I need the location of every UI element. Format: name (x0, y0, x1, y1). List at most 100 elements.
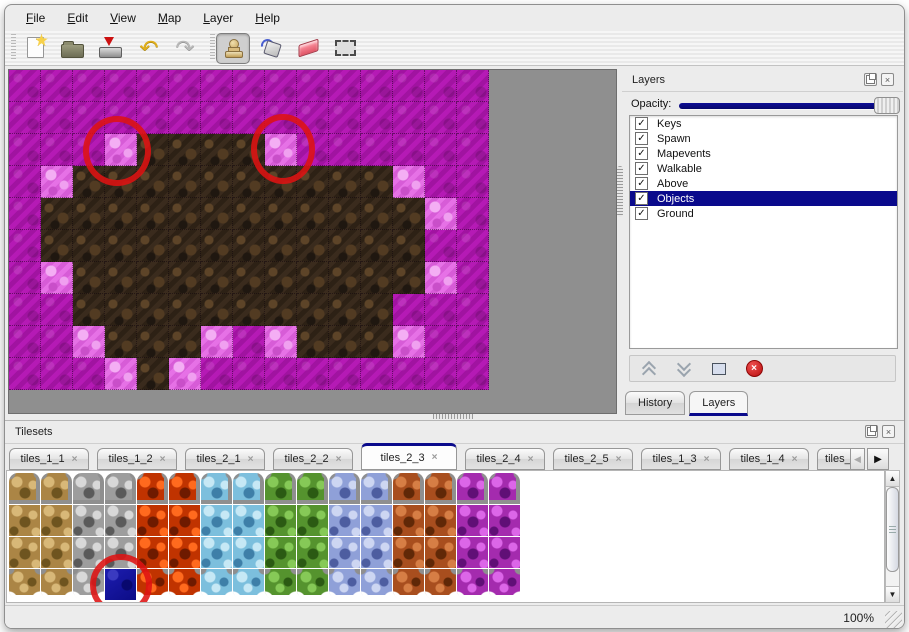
map-tile-brown-dirt[interactable] (201, 198, 233, 230)
tileset-tab-tiles_1_3[interactable]: tiles_1_3× (641, 448, 721, 470)
map-tile-magenta-ground[interactable] (329, 358, 361, 390)
layer-row-objects[interactable]: ✓Objects (630, 191, 897, 206)
tileset-tile-tan[interactable] (41, 505, 73, 537)
close-tab-icon[interactable]: × (528, 454, 534, 465)
map-tile-brown-dirt[interactable] (393, 230, 425, 262)
tileset-tile-green[interactable] (297, 505, 329, 537)
redo-button[interactable]: ↷ (169, 33, 201, 62)
tileset-tile-magenta[interactable] (489, 505, 521, 537)
marquee-button[interactable] (329, 33, 361, 62)
tileset-tile-rust[interactable] (425, 569, 457, 601)
map-tile-brown-dirt[interactable] (297, 294, 329, 326)
close-tab-icon[interactable]: × (616, 454, 622, 465)
tileset-tile-magenta[interactable] (457, 537, 489, 569)
tileset-tile-sky-blue[interactable] (233, 505, 265, 537)
map-tile-brown-dirt[interactable] (233, 230, 265, 262)
map-tile-brown-dirt[interactable] (169, 166, 201, 198)
save-button[interactable] (93, 33, 125, 62)
map-tile-pink-object[interactable] (201, 326, 233, 358)
map-tile-pink-object[interactable] (393, 166, 425, 198)
map-tile-brown-dirt[interactable] (137, 198, 169, 230)
window-resize-grip[interactable] (885, 611, 902, 628)
map-tile-brown-dirt[interactable] (329, 326, 361, 358)
map-tile-brown-dirt[interactable] (361, 294, 393, 326)
map-tile-magenta-ground[interactable] (9, 326, 41, 358)
splitter-grip[interactable] (433, 414, 473, 419)
map-tile-magenta-ground[interactable] (9, 70, 41, 102)
tileset-tile-tan[interactable] (41, 569, 73, 601)
map-tile-magenta-ground[interactable] (9, 358, 41, 390)
open-button[interactable] (56, 33, 88, 62)
tileset-tile-sky-blue[interactable] (233, 569, 265, 601)
menu-item-help[interactable]: Help (244, 8, 291, 28)
tileset-tile-magenta[interactable] (457, 505, 489, 537)
map-tile-magenta-ground[interactable] (393, 358, 425, 390)
tileset-tile-tan[interactable] (41, 473, 73, 505)
map-tile-magenta-ground[interactable] (361, 358, 393, 390)
map-tile-magenta-ground[interactable] (233, 70, 265, 102)
tileset-tile-green[interactable] (297, 569, 329, 601)
tileset-tile-grid[interactable] (9, 473, 521, 601)
layer-row-above[interactable]: ✓Above (630, 176, 897, 191)
map-tile-magenta-ground[interactable] (297, 358, 329, 390)
map-tile-brown-dirt[interactable] (169, 230, 201, 262)
map-tile-brown-dirt[interactable] (169, 198, 201, 230)
map-tile-brown-dirt[interactable] (137, 262, 169, 294)
close-panel-button[interactable]: × (881, 73, 894, 86)
layer-row-walkable[interactable]: ✓Walkable (630, 161, 897, 176)
stamp-button[interactable] (216, 33, 250, 64)
map-tile-magenta-ground[interactable] (41, 294, 73, 326)
map-tile-pink-object[interactable] (425, 262, 457, 294)
map-tile-brown-dirt[interactable] (233, 262, 265, 294)
scrollbar-up-button[interactable]: ▲ (886, 471, 899, 487)
opacity-slider-handle[interactable] (874, 97, 900, 114)
map-tile-magenta-ground[interactable] (425, 358, 457, 390)
tileset-tile-periwinkle[interactable] (329, 473, 361, 505)
tileset-tab-tiles_2_1[interactable]: tiles_2_1× (185, 448, 265, 470)
tileset-scrollbar[interactable]: ▲ ▼ (885, 470, 900, 603)
map-tile-magenta-ground[interactable] (265, 358, 297, 390)
map-tile-brown-dirt[interactable] (393, 262, 425, 294)
float-panel-button[interactable] (864, 73, 877, 86)
map-tile-magenta-ground[interactable] (41, 102, 73, 134)
tileset-viewport[interactable] (6, 470, 885, 603)
map-tile-magenta-ground[interactable] (393, 134, 425, 166)
map-tile-brown-dirt[interactable] (41, 230, 73, 262)
map-tile-magenta-ground[interactable] (73, 358, 105, 390)
close-tab-icon[interactable]: × (160, 454, 166, 465)
map-tile-magenta-ground[interactable] (361, 134, 393, 166)
tileset-tile-rust[interactable] (425, 473, 457, 505)
map-tile-magenta-ground[interactable] (457, 294, 489, 326)
scrollbar-down-button[interactable]: ▼ (886, 586, 899, 602)
lower-layer-button[interactable] (673, 359, 695, 379)
menu-item-edit[interactable]: Edit (56, 8, 99, 28)
map-tile-pink-object[interactable] (41, 262, 73, 294)
layer-visibility-checkbox[interactable]: ✓ (635, 117, 648, 130)
menu-item-layer[interactable]: Layer (192, 8, 244, 28)
eraser-button[interactable] (292, 33, 324, 62)
layer-list[interactable]: ✓Keys✓Spawn✓Mapevents✓Walkable✓Above✓Obj… (629, 115, 898, 349)
tileset-tile-periwinkle[interactable] (329, 569, 361, 601)
close-tab-icon[interactable]: × (248, 454, 254, 465)
map-tile-brown-dirt[interactable] (265, 230, 297, 262)
raise-layer-button[interactable] (638, 359, 660, 379)
map-tile-brown-dirt[interactable] (169, 326, 201, 358)
map-tile-brown-dirt[interactable] (233, 198, 265, 230)
tileset-tile-red-orange[interactable] (137, 473, 169, 505)
layer-visibility-checkbox[interactable]: ✓ (635, 192, 648, 205)
map-tile-magenta-ground[interactable] (9, 102, 41, 134)
tileset-tile-periwinkle[interactable] (329, 537, 361, 569)
delete-layer-button[interactable]: × (743, 359, 765, 379)
map-tile-brown-dirt[interactable] (329, 262, 361, 294)
map-tile-brown-dirt[interactable] (201, 230, 233, 262)
map-tile-magenta-ground[interactable] (297, 70, 329, 102)
map-tile-pink-object[interactable] (265, 326, 297, 358)
tileset-tile-gray[interactable] (73, 473, 105, 505)
map-tile-pink-object[interactable] (41, 166, 73, 198)
tab-history[interactable]: History (625, 391, 685, 415)
menu-item-view[interactable]: View (99, 8, 147, 28)
tileset-tile-green[interactable] (265, 569, 297, 601)
tileset-tile-red-orange[interactable] (169, 569, 201, 601)
tab-layers[interactable]: Layers (689, 391, 748, 416)
map-tile-magenta-ground[interactable] (169, 70, 201, 102)
